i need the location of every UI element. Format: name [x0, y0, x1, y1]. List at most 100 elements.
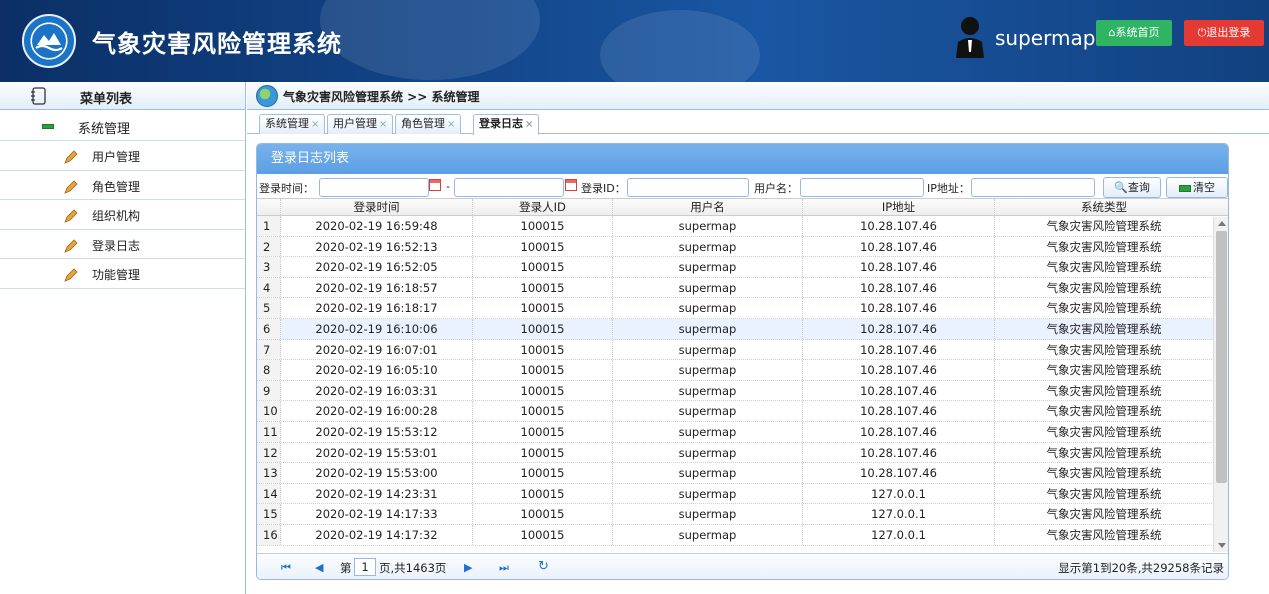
- table-cell: 2020-02-19 16:03:31: [281, 380, 473, 401]
- row-number: 2: [257, 236, 281, 257]
- table-row[interactable]: 11 2020-02-19 15:53:12 100015 supermap 10.28…: [257, 421, 1228, 443]
- table-cell: 10.28.107.46: [803, 236, 995, 257]
- sidebar-group-system[interactable]: 系统管理: [0, 110, 245, 141]
- table-row[interactable]: 16 2020-02-19 14:17:32 100015 supermap 127.0…: [257, 524, 1228, 546]
- table-cell: 10.28.107.46: [803, 401, 995, 421]
- clear-button[interactable]: 清空: [1166, 177, 1228, 198]
- query-button-label: 查询: [1127, 181, 1150, 194]
- table-row[interactable]: 10 2020-02-19 16:00:28 100015 supermap 10.28…: [257, 401, 1228, 422]
- table-row[interactable]: 8 2020-02-19 16:05:10 100015 supermap 10.28.…: [257, 360, 1228, 381]
- last-page-icon[interactable]: ⏭: [499, 561, 509, 575]
- table-row[interactable]: 6 2020-02-19 16:10:06 100015 supermap 10.28.…: [257, 318, 1228, 340]
- tab-close-icon[interactable]: ×: [379, 119, 387, 130]
- sidebar-item-users[interactable]: 用户管理: [0, 141, 245, 171]
- column-header[interactable]: 登录时间: [281, 199, 473, 215]
- logo-icon: [22, 14, 76, 68]
- calendar-icon[interactable]: [429, 179, 441, 191]
- range-separator: -: [446, 180, 450, 193]
- pencil-icon: [64, 179, 78, 197]
- row-number: 12: [257, 442, 281, 463]
- column-header[interactable]: 登录人ID: [473, 199, 613, 215]
- search-bar: 登录时间： - 登录ID： 用户名： IP地址： 🔍查询 清空: [257, 176, 1228, 198]
- table-row[interactable]: 12 2020-02-19 15:53:01 100015 supermap 10.28…: [257, 442, 1228, 464]
- table-body: 1 2020-02-19 16:59:48 100015 supermap 10.28.…: [257, 216, 1228, 546]
- tab-users[interactable]: 用户管理 ×: [327, 114, 394, 134]
- query-button[interactable]: 🔍查询: [1103, 177, 1161, 198]
- scroll-thumb[interactable]: [1216, 231, 1227, 483]
- header-decoration: [320, 0, 540, 80]
- table-cell: 10.28.107.46: [803, 298, 995, 318]
- ip-input[interactable]: [971, 178, 1095, 197]
- minus-icon[interactable]: [42, 124, 54, 129]
- table-cell: 2020-02-19 16:59:48: [281, 216, 473, 236]
- row-number: 11: [257, 421, 281, 442]
- logout-button[interactable]: ⏻退出登录: [1184, 20, 1264, 46]
- table-cell: supermap: [613, 339, 803, 360]
- tab-close-icon[interactable]: ×: [447, 119, 455, 130]
- login-time-start-input[interactable]: [319, 178, 429, 197]
- refresh-icon[interactable]: ↻: [538, 559, 549, 574]
- tab-close-icon[interactable]: ×: [311, 119, 319, 130]
- login-log-panel: 登录日志列表 登录时间： - 登录ID： 用户名： IP地址： 🔍查询 清空 登…: [256, 143, 1229, 580]
- tab-roles[interactable]: 角色管理 ×: [395, 114, 462, 134]
- table-cell: 2020-02-19 16:10:06: [281, 318, 473, 339]
- table-cell: 气象灾害风险管理系统: [1046, 342, 1162, 357]
- row-number: 4: [257, 277, 281, 298]
- next-page-icon[interactable]: ▶: [464, 561, 472, 574]
- table-cell: 10.28.107.46: [803, 421, 995, 442]
- sidebar-item-login-log[interactable]: 登录日志: [0, 230, 245, 259]
- clear-button-label: 清空: [1193, 181, 1215, 194]
- page-number-input[interactable]: 1: [354, 558, 376, 576]
- vertical-scrollbar[interactable]: [1213, 217, 1228, 552]
- login-id-label: 登录ID：: [581, 182, 626, 195]
- column-header[interactable]: 用户名: [613, 199, 803, 215]
- prev-page-icon[interactable]: ◀: [315, 561, 323, 574]
- clear-icon: [1179, 184, 1191, 192]
- calendar-icon[interactable]: [565, 179, 577, 191]
- username-input[interactable]: [800, 178, 924, 197]
- row-number: 13: [257, 463, 281, 483]
- column-header[interactable]: IP地址: [803, 199, 995, 215]
- table-row[interactable]: 14 2020-02-19 14:23:31 100015 supermap 127.0…: [257, 483, 1228, 505]
- scroll-up-icon[interactable]: [1218, 221, 1226, 226]
- sidebar-item-functions[interactable]: 功能管理: [0, 259, 245, 289]
- sidebar-item-org[interactable]: 组织机构: [0, 200, 245, 230]
- table-cell: 2020-02-19 14:17:33: [281, 504, 473, 524]
- table-row[interactable]: 3 2020-02-19 16:52:05 100015 supermap 10.28.…: [257, 257, 1228, 278]
- table-cell: 100015: [473, 339, 613, 360]
- tab-login-log[interactable]: 登录日志 ×: [473, 114, 540, 135]
- table-row[interactable]: 4 2020-02-19 16:18:57 100015 supermap 10.28.…: [257, 277, 1228, 299]
- page-prefix: 第: [340, 561, 352, 575]
- table-cell: 10.28.107.46: [803, 318, 995, 339]
- row-number: 6: [257, 318, 281, 339]
- table-cell: supermap: [613, 401, 803, 421]
- table-row[interactable]: 13 2020-02-19 15:53:00 100015 supermap 10.28…: [257, 463, 1228, 484]
- tab-close-icon[interactable]: ×: [525, 119, 533, 130]
- column-header[interactable]: 系统类型: [995, 199, 1213, 215]
- first-page-icon[interactable]: ⏮: [281, 561, 291, 575]
- table-row[interactable]: 15 2020-02-19 14:17:33 100015 supermap 127.0…: [257, 504, 1228, 525]
- sidebar-title: 菜单列表: [80, 92, 133, 107]
- home-button[interactable]: ⌂系统首页: [1096, 20, 1172, 46]
- table-row[interactable]: 9 2020-02-19 16:03:31 100015 supermap 10.28.…: [257, 380, 1228, 402]
- logout-button-label: 退出登录: [1206, 26, 1251, 39]
- table-row[interactable]: 1 2020-02-19 16:59:48 100015 supermap 10.28.…: [257, 216, 1228, 237]
- table-cell: 100015: [473, 401, 613, 421]
- login-time-end-input[interactable]: [454, 178, 564, 197]
- table-cell: 2020-02-19 16:07:01: [281, 339, 473, 360]
- login-id-input[interactable]: [627, 178, 749, 197]
- pencil-icon: [64, 209, 78, 226]
- table-cell: 气象灾害风险管理系统: [1046, 486, 1162, 501]
- tab-system[interactable]: 系统管理 ×: [259, 114, 326, 134]
- globe-icon: [256, 85, 278, 107]
- scroll-down-icon[interactable]: [1218, 543, 1226, 548]
- sidebar-item-roles[interactable]: 角色管理: [0, 171, 245, 200]
- row-number: 5: [257, 298, 281, 318]
- table-row[interactable]: 5 2020-02-19 16:18:17 100015 supermap 10.28.…: [257, 298, 1228, 319]
- row-number-header: [257, 199, 281, 215]
- table-row[interactable]: 7 2020-02-19 16:07:01 100015 supermap 10.28.…: [257, 339, 1228, 361]
- table-cell: 100015: [473, 380, 613, 401]
- table-cell: 10.28.107.46: [803, 380, 995, 401]
- table-cell: 100015: [473, 257, 613, 277]
- table-row[interactable]: 2 2020-02-19 16:52:13 100015 supermap 10.28.…: [257, 236, 1228, 258]
